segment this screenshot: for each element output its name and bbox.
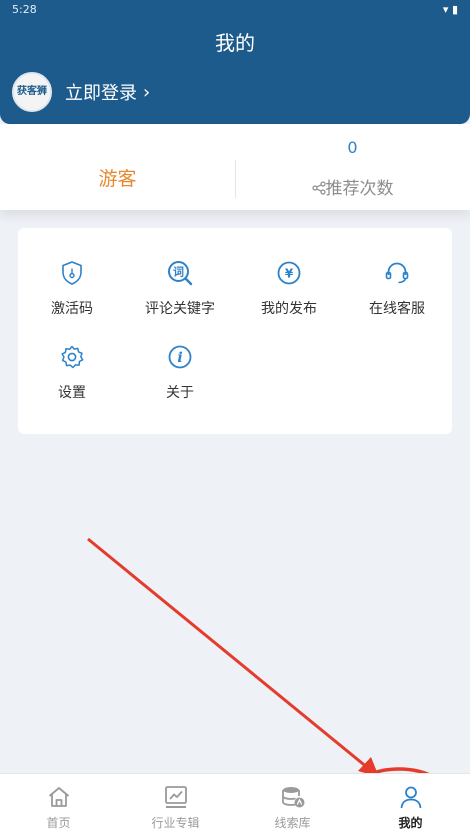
svg-text:词: 词 bbox=[173, 266, 184, 279]
status-time: 5:28 bbox=[12, 3, 37, 16]
recommend-label: 推荐次数 bbox=[325, 179, 394, 199]
tab-label: 首页 bbox=[46, 816, 71, 830]
menu-item-label: 设置 bbox=[58, 385, 86, 401]
menu-card: 激活码 词 评论关键字 ¥ 我的发布 在线客服 设置 i 关于 bbox=[18, 228, 452, 434]
keyword-search-icon: 词 bbox=[168, 261, 193, 286]
page-title: 我的 bbox=[215, 31, 255, 55]
menu-item-about[interactable]: i 关于 bbox=[126, 342, 234, 402]
menu-item-label: 评论关键字 bbox=[145, 301, 215, 317]
menu-item-label: 关于 bbox=[166, 385, 194, 401]
menu-item-label: 我的发布 bbox=[261, 301, 317, 317]
avatar-logo-text: 获客狮 bbox=[17, 86, 47, 97]
recommend-stat[interactable]: 推荐次数 bbox=[235, 174, 470, 199]
tab-industry-albums[interactable]: 行业专辑 bbox=[117, 784, 234, 831]
yuan-icon: ¥ bbox=[277, 261, 301, 285]
bottom-tab-bar: 首页 行业专辑 线索库 我的 bbox=[0, 773, 470, 838]
tab-mine[interactable]: 我的 bbox=[352, 784, 469, 831]
tab-leads-library[interactable]: 线索库 bbox=[234, 784, 351, 831]
tab-label: 我的 bbox=[398, 816, 423, 830]
tab-label: 行业专辑 bbox=[151, 816, 200, 830]
login-link[interactable]: 立即登录 bbox=[65, 79, 137, 105]
tab-label: 线索库 bbox=[274, 816, 311, 830]
home-icon bbox=[48, 787, 69, 807]
info-icon: i bbox=[168, 345, 192, 369]
menu-item-activation-code[interactable]: 激活码 bbox=[18, 258, 126, 318]
menu-item-settings[interactable]: 设置 bbox=[18, 342, 126, 402]
login-row[interactable]: 获客狮 立即登录 › bbox=[12, 72, 150, 112]
chevron-right-icon: › bbox=[143, 81, 151, 103]
gear-icon bbox=[61, 345, 84, 369]
share-icon bbox=[311, 181, 326, 195]
menu-item-my-posts[interactable]: ¥ 我的发布 bbox=[235, 258, 343, 318]
menu-item-label: 在线客服 bbox=[369, 301, 425, 317]
header: 5:28 ▾ ▮ 我的 获客狮 立即登录 › bbox=[0, 0, 470, 124]
role-label: 游客 bbox=[98, 168, 137, 190]
chart-board-icon bbox=[164, 786, 187, 808]
menu-item-comment-keywords[interactable]: 词 评论关键字 bbox=[126, 258, 234, 318]
menu-item-online-service[interactable]: 在线客服 bbox=[343, 258, 451, 318]
shield-key-icon bbox=[62, 261, 82, 285]
headset-icon bbox=[385, 262, 409, 284]
svg-text:¥: ¥ bbox=[285, 267, 294, 281]
tab-home[interactable]: 首页 bbox=[0, 784, 117, 831]
avatar[interactable]: 获客狮 bbox=[12, 72, 52, 112]
status-icons: ▾ ▮ bbox=[442, 3, 458, 16]
menu-item-label: 激活码 bbox=[51, 301, 93, 317]
person-icon bbox=[400, 786, 421, 809]
recommend-count: 0 bbox=[347, 138, 358, 157]
database-icon bbox=[281, 787, 304, 808]
svg-text:i: i bbox=[177, 350, 182, 366]
stats-panel: 游客 0 推荐次数 bbox=[0, 124, 470, 210]
